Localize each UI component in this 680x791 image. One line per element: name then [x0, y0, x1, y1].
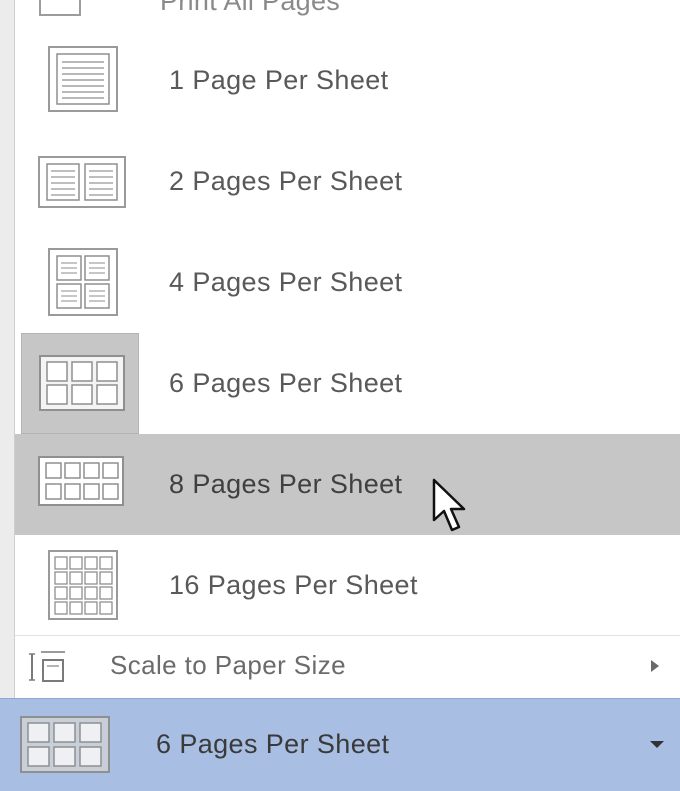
menu-item-1-page[interactable]: 1 Page Per Sheet	[15, 30, 680, 131]
scale-icon	[29, 650, 69, 689]
menu-item-16-pages[interactable]: 16 Pages Per Sheet	[15, 535, 680, 636]
two-pages-icon	[21, 131, 139, 232]
six-pages-icon	[21, 333, 139, 434]
menu-item-print-all-pages[interactable]: Print All Pages	[15, 0, 680, 30]
chevron-down-icon[interactable]	[650, 741, 664, 748]
four-pages-icon	[21, 232, 139, 333]
menu-item-8-pages[interactable]: 8 Pages Per Sheet	[15, 434, 680, 535]
menu-item-2-pages[interactable]: 2 Pages Per Sheet	[15, 131, 680, 232]
menu-item-4-pages[interactable]: 4 Pages Per Sheet	[15, 232, 680, 333]
eight-pages-icon	[21, 434, 139, 535]
menu-item-label: 8 Pages Per Sheet	[169, 469, 403, 499]
menu-item-label: 16 Pages Per Sheet	[169, 570, 418, 600]
chevron-right-icon	[651, 660, 659, 672]
mouse-pointer-icon	[432, 478, 472, 547]
sixteen-pages-icon	[21, 535, 139, 636]
menu-item-label: 4 Pages Per Sheet	[169, 267, 403, 297]
menu-item-label: Scale to Paper Size	[110, 650, 346, 680]
one-page-icon	[21, 30, 139, 131]
pages-per-sheet-dropdown[interactable]: 6 Pages Per Sheet	[0, 698, 680, 791]
menu-item-label: 2 Pages Per Sheet	[169, 166, 403, 196]
dropdown-label: 6 Pages Per Sheet	[156, 729, 390, 759]
menu-item-label: Print All Pages	[160, 0, 341, 16]
menu-item-label: 1 Page Per Sheet	[169, 65, 389, 95]
six-pages-icon	[20, 716, 112, 779]
menu-item-scale-to-paper-size[interactable]: Scale to Paper Size	[15, 636, 680, 696]
menu-item-label: 6 Pages Per Sheet	[169, 368, 403, 398]
pages-per-sheet-menu: Print All Pages 1 Page Per Sheet 2 Pages…	[14, 0, 680, 698]
print-icon	[39, 0, 81, 16]
menu-item-6-pages[interactable]: 6 Pages Per Sheet	[15, 333, 680, 434]
